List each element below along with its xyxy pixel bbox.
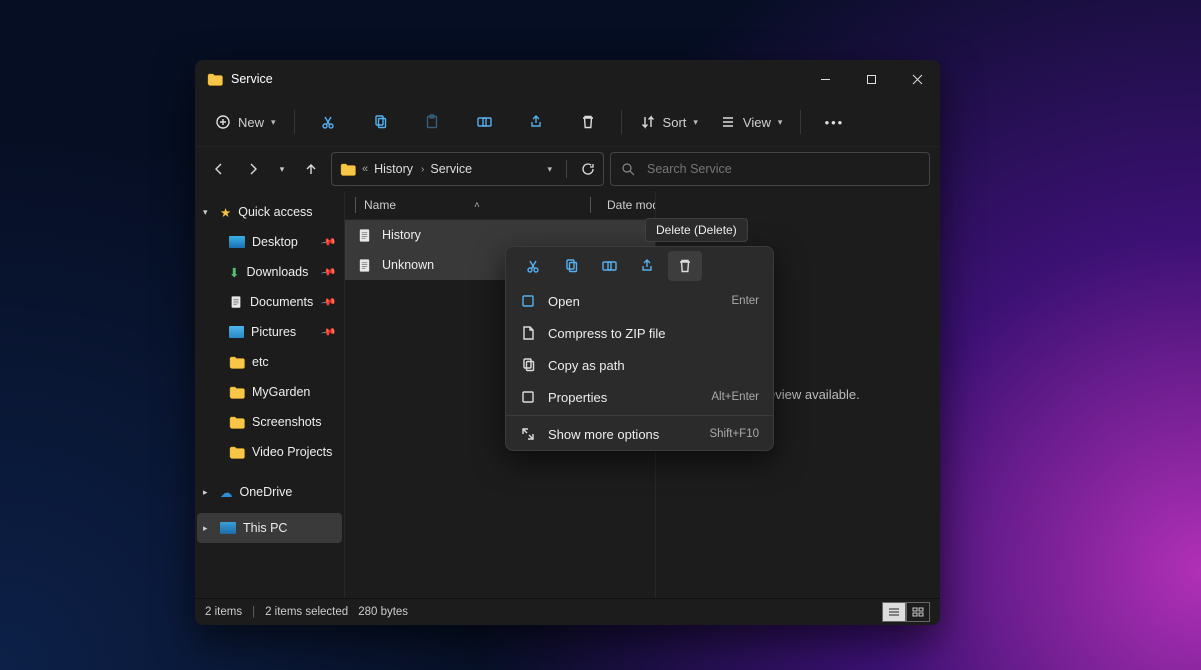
ctx-rename-button[interactable] — [592, 251, 626, 281]
ctx-delete-button[interactable] — [668, 251, 702, 281]
status-bar: 2 items | 2 items selected 280 bytes — [195, 598, 940, 625]
sidebar-label: This PC — [243, 521, 287, 535]
copy-path-icon — [520, 357, 536, 373]
sidebar-onedrive[interactable]: ▸ ☁ OneDrive — [197, 477, 342, 507]
forward-button[interactable] — [239, 155, 267, 183]
sidebar-item-desktop[interactable]: Desktop📌 — [197, 227, 342, 257]
window-title: Service — [231, 72, 273, 86]
column-name[interactable]: Name — [364, 198, 396, 212]
breadcrumb-history[interactable]: History› — [374, 162, 424, 176]
chevron-down-icon[interactable]: ▾ — [547, 164, 552, 175]
sidebar-quick-access[interactable]: ▾ ★ Quick access — [197, 197, 342, 227]
column-header[interactable]: Name ˄ Date modified — [345, 191, 655, 220]
desktop-icon — [229, 236, 245, 248]
properties-icon — [520, 389, 536, 405]
pin-icon: 📌 — [320, 294, 337, 310]
close-button[interactable] — [894, 60, 940, 98]
folder-icon — [229, 446, 245, 459]
cloud-icon: ☁ — [220, 485, 233, 500]
sidebar: ▾ ★ Quick access Desktop📌 ⬇Downloads📌 Do… — [195, 191, 344, 598]
sidebar-item-pictures[interactable]: Pictures📌 — [197, 317, 342, 347]
pc-icon — [220, 522, 236, 534]
sidebar-item-videoprojects[interactable]: Video Projects — [197, 437, 342, 467]
sort-indicator-icon: ˄ — [474, 200, 480, 211]
document-icon — [229, 295, 243, 309]
folder-icon — [229, 416, 245, 429]
ctx-zip[interactable]: Compress to ZIP file — [506, 317, 773, 349]
cut-button[interactable] — [303, 105, 353, 139]
column-modified[interactable]: Date modified — [607, 198, 655, 212]
new-button[interactable]: New ▾ — [205, 105, 286, 139]
expand-icon — [520, 426, 536, 442]
tooltip: Delete (Delete) — [645, 218, 748, 242]
chevron-left-icon: « — [362, 163, 368, 175]
breadcrumb-service[interactable]: Service — [430, 162, 472, 176]
sidebar-item-etc[interactable]: etc — [197, 347, 342, 377]
ctx-cut-button[interactable] — [516, 251, 550, 281]
file-icon — [357, 228, 372, 243]
open-icon — [520, 293, 536, 309]
pictures-icon — [229, 326, 244, 338]
icons-view-button[interactable] — [906, 602, 930, 622]
file-name: Unknown — [382, 258, 434, 272]
status-count: 2 items — [205, 606, 242, 618]
paste-button[interactable] — [407, 105, 457, 139]
ctx-properties[interactable]: PropertiesAlt+Enter — [506, 381, 773, 413]
file-name: History — [382, 228, 421, 242]
zip-icon — [520, 325, 536, 341]
ctx-copypath[interactable]: Copy as path — [506, 349, 773, 381]
ctx-more-options[interactable]: Show more optionsShift+F10 — [506, 418, 773, 450]
status-size: 280 bytes — [358, 606, 408, 618]
pin-icon: 📌 — [320, 264, 337, 280]
more-button[interactable]: ••• — [809, 105, 859, 139]
file-icon — [357, 258, 372, 273]
ctx-open[interactable]: OpenEnter — [506, 285, 773, 317]
details-view-button[interactable] — [882, 602, 906, 622]
new-label: New — [238, 115, 264, 130]
search-input[interactable] — [645, 161, 919, 177]
folder-icon — [340, 163, 356, 176]
address-bar[interactable]: « History› Service ▾ — [331, 152, 604, 186]
sidebar-label: Quick access — [238, 205, 312, 219]
refresh-button[interactable] — [581, 162, 595, 176]
share-button[interactable] — [511, 105, 561, 139]
ctx-share-button[interactable] — [630, 251, 664, 281]
folder-icon — [207, 73, 223, 86]
toolbar: New ▾ Sort ▾ View ▾ ••• — [195, 98, 940, 147]
copy-button[interactable] — [355, 105, 405, 139]
status-selected: 2 items selected — [265, 606, 348, 618]
rename-button[interactable] — [459, 105, 509, 139]
sort-button[interactable]: Sort ▾ — [630, 105, 708, 139]
view-button[interactable]: View ▾ — [710, 105, 792, 139]
star-icon: ★ — [220, 205, 231, 220]
search-box[interactable] — [610, 152, 930, 186]
maximize-button[interactable] — [848, 60, 894, 98]
chevron-down-icon: ▾ — [203, 207, 213, 218]
sidebar-item-documents[interactable]: Documents📌 — [197, 287, 342, 317]
folder-icon — [229, 386, 245, 399]
pin-icon: 📌 — [320, 234, 337, 250]
sidebar-item-mygarden[interactable]: MyGarden — [197, 377, 342, 407]
chevron-right-icon: ▸ — [203, 523, 213, 534]
up-button[interactable] — [297, 155, 325, 183]
chevron-right-icon: ▸ — [203, 487, 213, 498]
titlebar: Service — [195, 60, 940, 98]
context-menu: OpenEnter Compress to ZIP file Copy as p… — [505, 246, 774, 451]
sidebar-this-pc[interactable]: ▸ This PC — [197, 513, 342, 543]
view-label: View — [743, 115, 771, 130]
navigation-row: ▾ « History› Service ▾ — [195, 147, 940, 191]
search-icon — [621, 162, 635, 176]
sidebar-label: OneDrive — [240, 485, 293, 499]
sort-label: Sort — [663, 115, 687, 130]
recent-button[interactable]: ▾ — [273, 155, 291, 183]
minimize-button[interactable] — [802, 60, 848, 98]
back-button[interactable] — [205, 155, 233, 183]
folder-icon — [229, 356, 245, 369]
sidebar-item-downloads[interactable]: ⬇Downloads📌 — [197, 257, 342, 287]
sidebar-item-screenshots[interactable]: Screenshots — [197, 407, 342, 437]
delete-button[interactable] — [563, 105, 613, 139]
pin-icon: 📌 — [320, 324, 337, 340]
download-icon: ⬇ — [229, 265, 239, 280]
ctx-copy-button[interactable] — [554, 251, 588, 281]
